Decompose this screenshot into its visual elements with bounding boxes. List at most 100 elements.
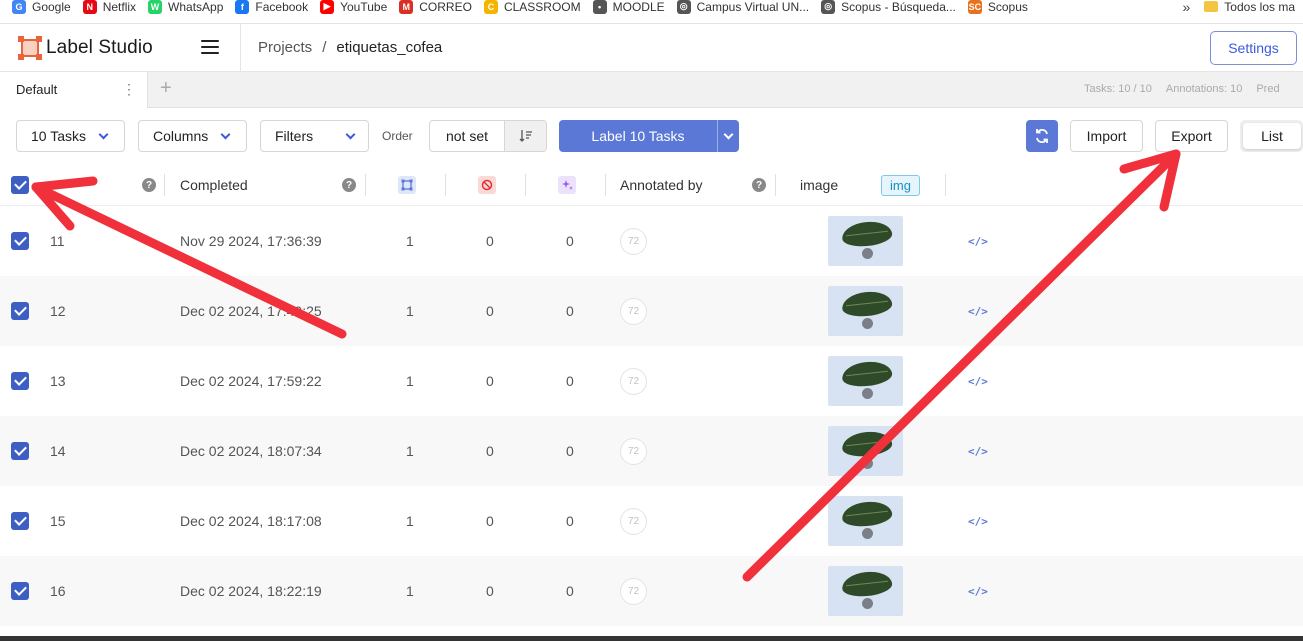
settings-button[interactable]: Settings — [1210, 31, 1297, 65]
project-stats: Tasks: 10 / 10 Annotations: 10 Pred — [1084, 83, 1280, 95]
view-source-icon[interactable]: </> — [968, 206, 988, 276]
row-checkbox[interactable] — [11, 206, 29, 276]
chevron-down-icon — [98, 129, 109, 139]
columns-label: Columns — [153, 128, 209, 144]
checkbox-checked-icon — [11, 512, 29, 530]
view-source-icon[interactable]: </> — [968, 276, 988, 346]
image-thumbnail[interactable] — [828, 276, 903, 346]
row-checkbox[interactable] — [11, 346, 29, 416]
tab-options-icon[interactable]: ⋮ — [122, 81, 136, 98]
tab-default[interactable]: Default ⋮ — [0, 72, 148, 108]
view-source-icon[interactable]: </> — [968, 416, 988, 486]
bookmark-folder-label: Todos los ma — [1224, 0, 1295, 14]
table-row[interactable]: 11 Nov 29 2024, 17:36:39 1 0 0 72 </> — [0, 206, 1303, 276]
order-control[interactable]: not set — [429, 120, 547, 152]
annotated-by-help-icon[interactable]: ? — [752, 164, 766, 206]
bookmark-moodle[interactable]: • MOODLE — [592, 0, 665, 14]
column-header-annotations[interactable] — [398, 164, 416, 206]
checkbox-checked-icon — [11, 232, 29, 250]
import-button[interactable]: Import — [1070, 120, 1143, 152]
row-checkbox[interactable] — [11, 276, 29, 346]
bookmark-google[interactable]: G Google — [12, 0, 71, 14]
select-all-checkbox[interactable] — [11, 164, 29, 206]
image-thumbnail[interactable] — [828, 416, 903, 486]
bookmark-globe[interactable]: ◎ Scopus - Búsqueda... — [821, 0, 956, 14]
menu-hamburger-icon[interactable] — [201, 40, 219, 54]
checkbox-checked-icon — [11, 582, 29, 600]
data-manager-toolbar: 10 Tasks Columns Filters Order not set L… — [0, 108, 1303, 164]
bookmark-gmail[interactable]: M CORREO — [399, 0, 472, 14]
table-row[interactable]: 13 Dec 02 2024, 17:59:22 1 0 0 72 </> — [0, 346, 1303, 416]
columns-dropdown[interactable]: Columns — [138, 120, 247, 152]
bookmark-label: Scopus — [987, 0, 1028, 14]
table-row[interactable]: 12 Dec 02 2024, 17:49:25 1 0 0 72 </> — [0, 276, 1303, 346]
avatar: 72 — [620, 297, 647, 325]
breadcrumb-projects-link[interactable]: Projects — [258, 39, 312, 56]
sort-direction-icon[interactable] — [504, 121, 546, 151]
column-header-cancelled[interactable] — [478, 164, 496, 206]
bookmark-facebook[interactable]: f Facebook — [235, 0, 308, 14]
bookmark-globe[interactable]: ◎ Campus Virtual UN... — [676, 0, 809, 14]
table-row[interactable]: 15 Dec 02 2024, 18:17:08 1 0 0 72 </> — [0, 486, 1303, 556]
column-header-predictions[interactable] — [558, 164, 576, 206]
add-tab-button[interactable]: + — [160, 77, 172, 100]
row-checkbox[interactable] — [11, 556, 29, 626]
view-toggle[interactable]: List — [1240, 120, 1303, 152]
table-row[interactable]: 16 Dec 02 2024, 18:22:19 1 0 0 72 </> — [0, 556, 1303, 626]
annotator-avatar[interactable]: 72 — [620, 206, 647, 276]
task-id: 12 — [50, 303, 66, 319]
completed-date: Dec 02 2024, 18:07:34 — [180, 443, 322, 459]
bookmark-folder[interactable]: Todos los ma — [1204, 0, 1295, 14]
tasks-count: Tasks: 10 / 10 — [1084, 83, 1152, 95]
export-button[interactable]: Export — [1155, 120, 1228, 152]
view-source-icon[interactable]: </> — [968, 556, 988, 626]
completed-help-icon[interactable]: ? — [342, 164, 356, 206]
annotator-avatar[interactable]: 72 — [620, 486, 647, 556]
image-thumbnail[interactable] — [828, 206, 903, 276]
view-source-icon[interactable]: </> — [968, 486, 988, 556]
bookmark-classroom[interactable]: C CLASSROOM — [483, 0, 581, 14]
image-thumbnail[interactable] — [828, 346, 903, 416]
table-row[interactable]: 14 Dec 02 2024, 18:07:34 1 0 0 72 </> — [0, 416, 1303, 486]
coin-image — [862, 598, 873, 609]
row-checkbox[interactable] — [11, 416, 29, 486]
refresh-icon[interactable] — [1026, 120, 1058, 152]
breadcrumb-separator: / — [322, 39, 327, 56]
chevron-down-icon — [345, 129, 356, 139]
label-options-dropdown[interactable] — [718, 129, 739, 139]
cancelled-count: 0 — [486, 373, 494, 389]
tasks-actions-dropdown[interactable]: 10 Tasks — [16, 120, 125, 152]
avatar: 72 — [620, 437, 647, 465]
bookmark-youtube[interactable]: ▶ YouTube — [320, 0, 387, 14]
column-header-completed[interactable]: Completed — [180, 164, 248, 206]
annotations-count: 1 — [406, 373, 414, 389]
image-thumbnail[interactable] — [828, 556, 903, 626]
bookmark-whatsapp[interactable]: W WhatsApp — [148, 0, 223, 14]
annotator-avatar[interactable]: 72 — [620, 556, 647, 626]
annotator-avatar[interactable]: 72 — [620, 276, 647, 346]
bookmark-netflix[interactable]: N Netflix — [82, 0, 136, 14]
id-column-help-icon[interactable]: ? — [142, 164, 156, 206]
more-bookmarks-icon[interactable]: » — [1183, 0, 1191, 15]
column-header-image[interactable]: image — [800, 164, 838, 206]
column-header-annotated-by[interactable]: Annotated by — [620, 164, 703, 206]
table-header: ? Completed ? Annotated by ? image img — [0, 164, 1303, 206]
cancelled-count: 0 — [486, 513, 494, 529]
annotations-count: 1 — [406, 513, 414, 529]
list-view-option[interactable]: List — [1243, 123, 1301, 149]
annotator-avatar[interactable]: 72 — [620, 416, 647, 486]
order-select[interactable]: not set — [430, 121, 504, 151]
row-checkbox[interactable] — [11, 486, 29, 556]
view-source-icon[interactable]: </> — [968, 346, 988, 416]
bookmark-scopus[interactable]: SC Scopus — [967, 0, 1028, 14]
leaf-image — [840, 499, 894, 529]
image-thumbnail[interactable] — [828, 486, 903, 556]
checkbox-checked-icon — [11, 302, 29, 320]
label-tasks-button[interactable]: Label 10 Tasks — [559, 120, 739, 152]
label-studio-logo[interactable]: Label Studio — [18, 36, 153, 60]
filters-dropdown[interactable]: Filters — [260, 120, 369, 152]
breadcrumb-current-project[interactable]: etiquetas_cofea — [336, 39, 442, 56]
annotator-avatar[interactable]: 72 — [620, 346, 647, 416]
breadcrumb: Projects / etiquetas_cofea — [258, 39, 442, 56]
netflix-icon: N — [82, 0, 97, 14]
